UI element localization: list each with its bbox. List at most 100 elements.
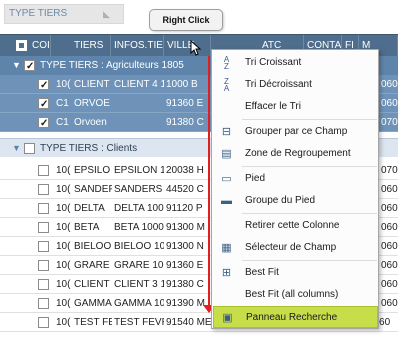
cell-ville: 91390 M: [166, 298, 205, 309]
group-panel-icon: ▤: [221, 148, 232, 160]
cell-infos: GAMMA 10(: [114, 298, 164, 309]
row-checkbox[interactable]: [38, 114, 49, 133]
group-title: TYPE TIERS : Agriculteurs 1805: [40, 60, 184, 71]
cell-code: 10(: [56, 241, 71, 252]
menu-separator: [242, 213, 377, 214]
cell-ville: 91360 E: [166, 260, 204, 271]
menu-item-group-panel[interactable]: ▤ Zone de Regroupement: [213, 143, 378, 165]
row-checkbox[interactable]: [38, 222, 49, 233]
row-checkbox[interactable]: [38, 241, 49, 252]
menu-item-best-fit-all[interactable]: Best Fit (all columns): [213, 284, 378, 306]
cell-tiers: Orvoen: [74, 117, 107, 128]
column-header-coi[interactable]: COI: [29, 35, 51, 57]
right-click-tooltip: Right Click: [149, 9, 223, 31]
cell-ville: 91360 E: [166, 98, 204, 109]
cell-infos: GRARE 100C: [114, 260, 164, 271]
cell-code: 10(: [56, 298, 71, 309]
row-checkbox[interactable]: [38, 203, 49, 214]
menu-item-footer[interactable]: ▭ Pied: [213, 168, 378, 190]
context-menu: AZ Tri Croissant ZA Tri Décroissant Effa…: [211, 49, 379, 329]
cell-infos: CLIENT 4 10: [114, 79, 164, 90]
cell-ville: 91120 P: [166, 203, 203, 214]
cell-ville: 1000 B: [166, 79, 198, 90]
cell-m: 060: [381, 241, 398, 252]
cell-m: 060: [381, 279, 398, 290]
row-checkbox[interactable]: [38, 317, 49, 328]
column-header-tiers[interactable]: TIERS: [71, 35, 111, 57]
annotation-arrow-line: [208, 56, 210, 308]
cell-tiers: BETA: [74, 222, 100, 233]
menu-item-group-footer[interactable]: ▬ Groupe du Pied: [213, 190, 378, 212]
column-header-ville[interactable]: VILLE: [164, 35, 211, 57]
cell-ville: 91380 C: [166, 117, 204, 128]
group-panel: TYPE TIERS ◣ Right Click: [0, 0, 398, 34]
menu-item-remove-column[interactable]: Retirer cette Colonne: [213, 215, 378, 237]
cell-infos: DELTA 1000: [114, 203, 164, 214]
collapse-caret-icon[interactable]: ▼: [12, 56, 21, 75]
row-checkbox[interactable]: [38, 184, 49, 195]
cell-m: 060: [381, 79, 398, 90]
search-panel-icon: ▣: [222, 312, 233, 324]
cell-infos: EPSILON 10: [114, 165, 164, 176]
cell-ville: 20038 H: [166, 165, 204, 176]
cell-infos: BIELOO 100: [114, 241, 164, 252]
cell-tiers: DELTA: [74, 203, 105, 214]
cell-code: 10(: [56, 279, 71, 290]
group-checkbox[interactable]: [24, 143, 35, 154]
row-checkbox[interactable]: [38, 298, 49, 309]
group-title: TYPE TIERS : Clients: [40, 143, 138, 154]
group-chip-type-tiers[interactable]: TYPE TIERS ◣: [4, 4, 124, 24]
group-by-icon: ⊟: [221, 126, 232, 138]
row-checkbox[interactable]: [38, 165, 49, 176]
cell-ville: 91300 M: [166, 222, 205, 233]
cell-tiers: SANDEF: [74, 184, 112, 195]
cell-code: 10(: [56, 260, 71, 271]
menu-item-sort-ascending[interactable]: AZ Tri Croissant: [213, 52, 378, 74]
cell-ville: 91380 C: [166, 279, 204, 290]
cell-infos: BETA 10003: [114, 222, 164, 233]
row-checkbox[interactable]: [38, 76, 49, 95]
column-header-infos-tie[interactable]: INFOS.TIE: [111, 35, 164, 57]
menu-item-clear-sort[interactable]: Effacer le Tri: [213, 96, 378, 118]
cell-m: 060: [381, 184, 398, 195]
menu-item-column-chooser[interactable]: ▦ Sélecteur de Champ: [213, 237, 378, 259]
menu-item-best-fit[interactable]: ⊞ Best Fit: [213, 262, 378, 284]
cell-m: 060: [381, 298, 398, 309]
cell-code: 10(: [56, 203, 71, 214]
column-chooser-icon: ▦: [221, 242, 232, 254]
cell-ville: 91300 N: [166, 241, 204, 252]
row-checkbox[interactable]: [38, 260, 49, 271]
cell-code: 10(: [56, 317, 71, 328]
best-fit-icon: ⊞: [221, 267, 232, 279]
row-checkbox[interactable]: [38, 279, 49, 290]
cell-tiers: BIELOO: [74, 241, 112, 252]
menu-item-sort-descending[interactable]: ZA Tri Décroissant: [213, 74, 378, 96]
cell-code: 10(: [56, 222, 71, 233]
cell-m: 070: [381, 165, 398, 176]
cell-code: 10(: [56, 184, 71, 195]
row-checkbox[interactable]: [38, 95, 49, 114]
cell-code: 10(: [56, 79, 71, 90]
cell-tiers: GAMMA: [74, 298, 112, 309]
cell-tiers: TEST FE: [74, 317, 112, 328]
group-chip-label: TYPE TIERS: [9, 8, 68, 19]
select-all-checkbox[interactable]: [16, 40, 27, 51]
mouse-cursor-icon: [190, 40, 202, 56]
cell-tiers: CLIENT: [74, 279, 110, 290]
collapse-caret-icon[interactable]: ▼: [12, 139, 21, 158]
cell-infos: SANDERS 1(: [114, 184, 164, 195]
cell-code: C1: [56, 98, 69, 109]
cell-ville: 44520 C: [166, 184, 204, 195]
cell-tiers: CLIENT: [74, 79, 110, 90]
sort-indicator-icon: ◣: [103, 9, 110, 19]
footer-icon: ▭: [221, 173, 232, 185]
cell-m: 060: [381, 222, 398, 233]
cell-infos: [112, 113, 164, 132]
cell-tiers: EPSILO: [74, 165, 111, 176]
menu-item-group-by-field[interactable]: ⊟ Grouper par ce Champ: [213, 121, 378, 143]
group-checkbox[interactable]: [24, 57, 35, 76]
menu-item-search-panel[interactable]: ▣ Panneau Recherche: [213, 306, 378, 328]
cell-infos: [112, 94, 164, 113]
cell-m: 060: [381, 98, 398, 109]
sort-descending-icon: ZA: [223, 77, 230, 93]
